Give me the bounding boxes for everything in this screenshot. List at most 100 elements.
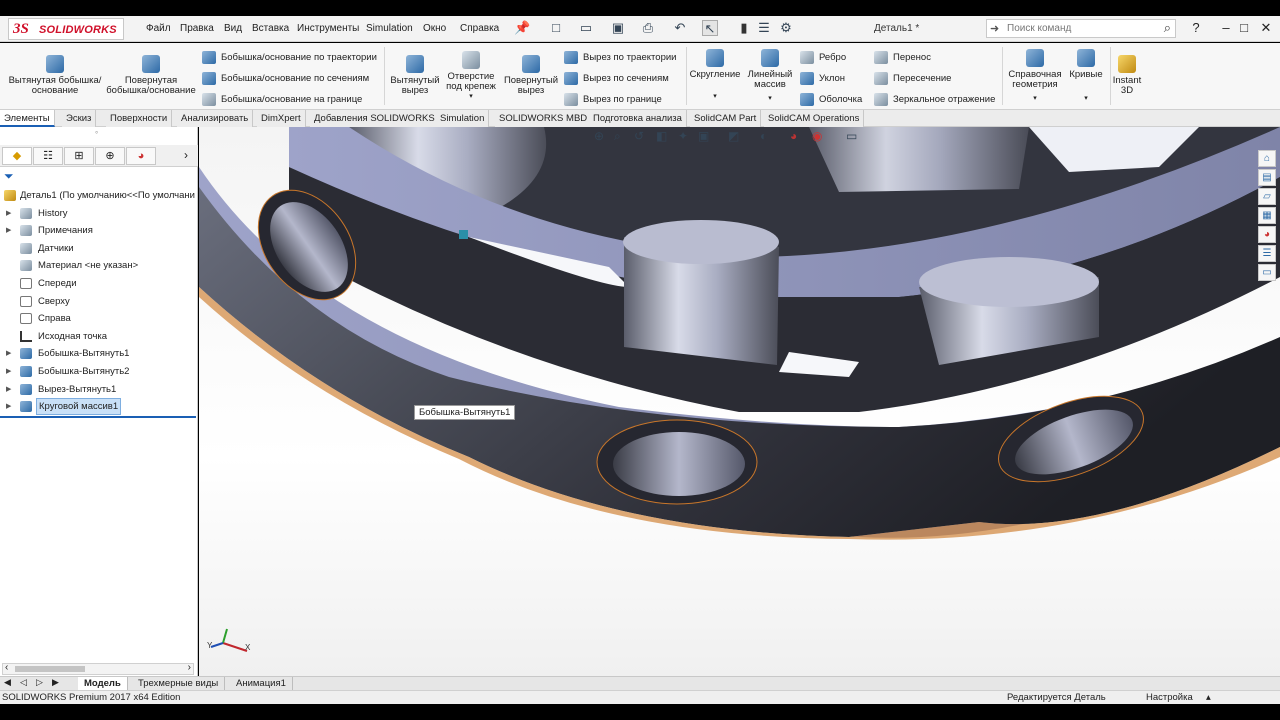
hole-wizard-button[interactable]: Отверстие под крепеж ▾: [442, 51, 500, 102]
tab-surfaces[interactable]: Поверхности: [106, 110, 173, 127]
instant3d-button[interactable]: Instant 3D: [1112, 55, 1142, 96]
previous-view-icon[interactable]: ↺: [634, 129, 644, 143]
move-button[interactable]: Перенос: [874, 47, 995, 68]
open-file-icon[interactable]: ▭: [578, 20, 594, 36]
tree-item-origin[interactable]: Исходная точка: [0, 328, 198, 345]
tree-item-history[interactable]: ▶ History: [0, 205, 198, 222]
expand-arrow-icon[interactable]: ▶: [6, 222, 11, 239]
tab-dimxpert[interactable]: DimXpert: [257, 110, 306, 127]
nav-next-icon[interactable]: ▷: [36, 677, 43, 688]
mirror-button[interactable]: Зеркальное отражение: [874, 89, 995, 110]
graphics-area[interactable]: ⊕ ⌕ ↺ ◧ ✦ ▣ ◩ ◐ ◕ ◉ ▭ ▫ ▫ ▫ ✕ Бобышка-Вы…: [199, 127, 1280, 678]
hole-wizard-dropdown-icon[interactable]: ▾: [442, 92, 500, 102]
tree-item-front-plane[interactable]: Спереди: [0, 275, 198, 292]
draft-button[interactable]: Уклон: [800, 68, 862, 89]
zoom-to-area-icon[interactable]: ⌕: [614, 129, 621, 144]
custom-properties-icon[interactable]: ☰: [1258, 245, 1276, 262]
chevron-right-icon[interactable]: ›: [184, 148, 188, 162]
menu-insert[interactable]: Вставка: [252, 23, 289, 34]
tree-item-circular-pattern1[interactable]: ▶ Круговой массив1: [0, 398, 198, 415]
expand-arrow-icon[interactable]: ▶: [6, 345, 11, 362]
help-question-icon[interactable]: ?: [1188, 20, 1204, 36]
filter-icon[interactable]: ⏷: [4, 169, 14, 184]
tab-animation1[interactable]: Анимация1: [230, 677, 293, 690]
tab-solidcam-part[interactable]: SolidCAM Part: [690, 110, 762, 127]
tree-item-boss-extrude2[interactable]: ▶ Бобышка-Вытянуть2: [0, 363, 198, 380]
menu-simulation[interactable]: Simulation: [366, 23, 413, 34]
reference-geometry-button[interactable]: Справочная геометрия ▾: [1006, 49, 1064, 104]
tree-item-cut-extrude1[interactable]: ▶ Вырез-Вытянуть1: [0, 381, 198, 398]
view-palette-icon[interactable]: ▦: [1258, 207, 1276, 224]
expand-arrow-icon[interactable]: ▶: [6, 398, 11, 415]
revolved-cut-button[interactable]: Повернутый вырез: [502, 55, 560, 96]
close-icon[interactable]: ✕: [1258, 20, 1274, 36]
new-document-icon[interactable]: □: [548, 20, 564, 36]
tab-evaluate[interactable]: Анализировать: [177, 110, 254, 127]
shell-button[interactable]: Оболочка: [800, 89, 862, 110]
search-icon[interactable]: ⌕: [1164, 20, 1171, 36]
curves-button[interactable]: Кривые ▾: [1066, 49, 1106, 104]
tab-features[interactable]: Элементы: [0, 110, 55, 127]
feature-manager-tab-icon[interactable]: ◆: [2, 147, 32, 165]
menu-help[interactable]: Справка: [460, 23, 499, 34]
nav-first-icon[interactable]: ◀: [4, 677, 11, 688]
linear-pattern-dropdown-icon[interactable]: ▾: [744, 94, 796, 104]
undo-icon[interactable]: ↶: [672, 20, 688, 36]
hide-show-items-icon[interactable]: ◐: [760, 129, 767, 143]
panel-splitter-handle[interactable]: °: [95, 130, 98, 139]
tree-root-part[interactable]: Деталь1 (По умолчанию<<По умолчани: [0, 187, 198, 204]
customize-dropdown-icon[interactable]: ▴: [1206, 692, 1211, 703]
fillet-dropdown-icon[interactable]: ▾: [688, 92, 742, 102]
tab-simulation[interactable]: Simulation: [436, 110, 490, 127]
expand-arrow-icon[interactable]: ▶: [6, 381, 11, 398]
swept-cut-button[interactable]: Вырез по траектории: [564, 47, 676, 68]
menu-view[interactable]: Вид: [224, 23, 242, 34]
section-view-icon[interactable]: ◧: [656, 129, 667, 143]
file-properties-icon[interactable]: ☰: [756, 20, 772, 36]
options-gear-icon[interactable]: ⚙: [778, 20, 794, 36]
display-style-icon[interactable]: ◩: [728, 129, 739, 143]
home-icon[interactable]: ⌂: [1258, 150, 1276, 167]
apply-scene-icon[interactable]: ◉: [812, 129, 822, 143]
tree-item-boss-extrude1[interactable]: ▶ Бобышка-Вытянуть1: [0, 345, 198, 362]
rib-button[interactable]: Ребро: [800, 47, 862, 68]
nav-prev-icon[interactable]: ◁: [20, 677, 27, 688]
pin-icon[interactable]: 📌: [514, 20, 530, 36]
tree-item-top-plane[interactable]: Сверху: [0, 293, 198, 310]
part-model-render[interactable]: [199, 127, 1280, 678]
boundary-boss-button[interactable]: Бобышка/основание на границе: [202, 89, 377, 110]
tree-item-material[interactable]: Материал <не указан>: [0, 257, 198, 274]
curves-dropdown-icon[interactable]: ▾: [1066, 94, 1106, 104]
menu-tools[interactable]: Инструменты: [297, 23, 359, 34]
menu-edit[interactable]: Правка: [180, 23, 214, 34]
configuration-manager-tab-icon[interactable]: ⊞: [64, 147, 94, 165]
traffic-light-icon[interactable]: ▮: [736, 20, 752, 36]
lofted-cut-button[interactable]: Вырез по сечениям: [564, 68, 676, 89]
file-explorer-icon[interactable]: ▱: [1258, 188, 1276, 205]
menu-file[interactable]: Файл: [146, 23, 171, 34]
nav-last-icon[interactable]: ▶: [52, 677, 59, 688]
tab-solidcam-operations[interactable]: SolidCAM Operations: [764, 110, 865, 127]
solidworks-logo[interactable]: 3S SOLIDWORKS: [8, 18, 124, 40]
fillet-button[interactable]: Скругление ▾: [688, 49, 742, 102]
boundary-cut-button[interactable]: Вырез по границе: [564, 89, 676, 110]
edit-appearance-icon[interactable]: ◕: [790, 129, 797, 143]
rollback-bar[interactable]: [0, 416, 196, 418]
expand-arrow-icon[interactable]: ▶: [6, 205, 11, 222]
appearances-icon[interactable]: ◕: [1258, 226, 1276, 243]
display-manager-tab-icon[interactable]: ◕: [126, 147, 156, 165]
revolved-boss-button[interactable]: Повернутая бобышка/основание: [104, 55, 198, 96]
status-customize[interactable]: Настройка: [1146, 692, 1193, 703]
scroll-left-icon[interactable]: ‹: [5, 662, 8, 673]
scrollbar-thumb[interactable]: [15, 666, 85, 672]
minimize-icon[interactable]: –: [1218, 20, 1234, 36]
menu-window[interactable]: Окно: [423, 23, 446, 34]
tab-analysis-preparation[interactable]: Подготовка анализа: [589, 110, 687, 127]
property-manager-tab-icon[interactable]: ☷: [33, 147, 63, 165]
reference-geometry-dropdown-icon[interactable]: ▾: [1006, 94, 1064, 104]
save-icon[interactable]: ▣: [610, 20, 626, 36]
expand-arrow-icon[interactable]: ▶: [6, 363, 11, 380]
print-icon[interactable]: ⎙: [640, 20, 656, 36]
dimxpert-manager-tab-icon[interactable]: ⊕: [95, 147, 125, 165]
tab-sketch[interactable]: Эскиз: [62, 110, 97, 127]
